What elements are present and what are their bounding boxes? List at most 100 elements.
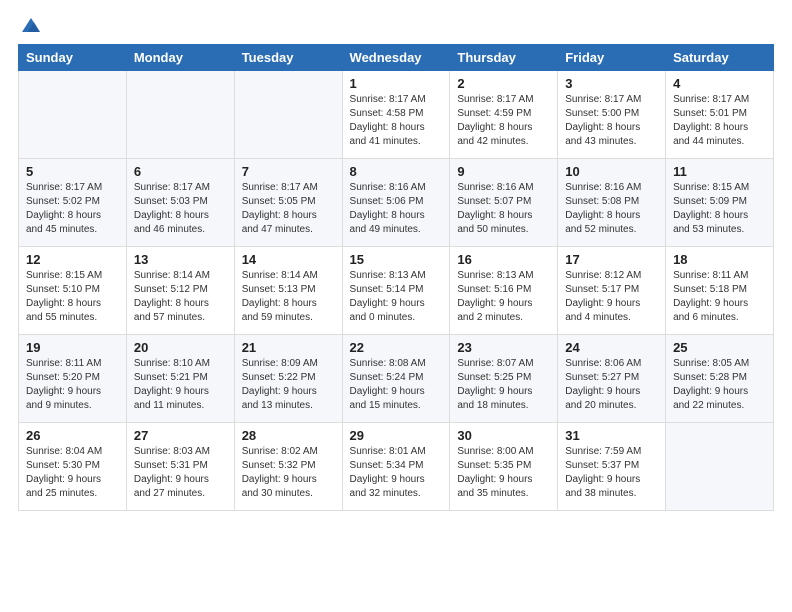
day-info: Sunrise: 8:13 AM Sunset: 5:16 PM Dayligh… bbox=[457, 269, 550, 325]
day-number: 12 bbox=[26, 252, 119, 267]
calendar-cell: 11Sunrise: 8:15 AM Sunset: 5:09 PM Dayli… bbox=[666, 159, 774, 247]
day-info: Sunrise: 8:16 AM Sunset: 5:07 PM Dayligh… bbox=[457, 181, 550, 237]
day-number: 22 bbox=[350, 340, 443, 355]
calendar-cell: 13 Sunrise: 8:14 AM Sunset: 5:12 PM Dayli… bbox=[126, 247, 234, 335]
calendar-cell: 20 Sunrise: 8:10 AM Sunset: 5:21 PM Dayli… bbox=[126, 335, 234, 423]
calendar-cell: 18 Sunrise: 8:11 AM Sunset: 5:18 PM Dayli… bbox=[666, 247, 774, 335]
day-number: 5 bbox=[26, 164, 119, 179]
day-info: Sunrise: 8:17 AM Sunset: 5:01 PM Dayligh… bbox=[673, 93, 766, 149]
day-number: 30 bbox=[457, 428, 550, 443]
calendar-cell: 9 Sunrise: 8:16 AM Sunset: 5:07 PM Daylig… bbox=[450, 159, 558, 247]
calendar-table: SundayMondayTuesdayWednesdayThursdayFrid… bbox=[18, 44, 774, 511]
day-info: Sunrise: 8:17 AM Sunset: 4:59 PM Dayligh… bbox=[457, 93, 550, 149]
day-info: Sunrise: 8:17 AM Sunset: 5:00 PM Dayligh… bbox=[565, 93, 658, 149]
day-info: Sunrise: 8:09 AM Sunset: 5:22 PM Dayligh… bbox=[242, 357, 335, 413]
calendar-cell: 17 Sunrise: 8:12 AM Sunset: 5:17 PM Dayli… bbox=[558, 247, 666, 335]
day-info: Sunrise: 8:00 AM Sunset: 5:35 PM Dayligh… bbox=[457, 445, 550, 501]
day-info: Sunrise: 8:17 AM Sunset: 5:03 PM Dayligh… bbox=[134, 181, 227, 237]
calendar-cell: 25Sunrise: 8:05 AM Sunset: 5:28 PM Dayli… bbox=[666, 335, 774, 423]
calendar-cell: 14Sunrise: 8:14 AM Sunset: 5:13 PM Dayli… bbox=[234, 247, 342, 335]
day-number: 27 bbox=[134, 428, 227, 443]
day-number: 26 bbox=[26, 428, 119, 443]
calendar-cell: 5 Sunrise: 8:17 AM Sunset: 5:02 PM Daylig… bbox=[19, 159, 127, 247]
calendar-cell: 4 Sunrise: 8:17 AM Sunset: 5:01 PM Daylig… bbox=[666, 71, 774, 159]
week-row-5: 26Sunrise: 8:04 AM Sunset: 5:30 PM Dayli… bbox=[19, 423, 774, 511]
day-info: Sunrise: 8:11 AM Sunset: 5:18 PM Dayligh… bbox=[673, 269, 766, 325]
day-number: 1 bbox=[350, 76, 443, 91]
weekday-header-saturday: Saturday bbox=[666, 45, 774, 71]
weekday-header-sunday: Sunday bbox=[19, 45, 127, 71]
day-info: Sunrise: 8:12 AM Sunset: 5:17 PM Dayligh… bbox=[565, 269, 658, 325]
day-number: 2 bbox=[457, 76, 550, 91]
calendar-cell: 10 Sunrise: 8:16 AM Sunset: 5:08 PM Dayli… bbox=[558, 159, 666, 247]
day-info: Sunrise: 8:02 AM Sunset: 5:32 PM Dayligh… bbox=[242, 445, 335, 501]
calendar-cell: 19Sunrise: 8:11 AM Sunset: 5:20 PM Dayli… bbox=[19, 335, 127, 423]
calendar-cell: 2 Sunrise: 8:17 AM Sunset: 4:59 PM Daylig… bbox=[450, 71, 558, 159]
day-info: Sunrise: 8:17 AM Sunset: 4:58 PM Dayligh… bbox=[350, 93, 443, 149]
calendar-cell bbox=[126, 71, 234, 159]
week-row-3: 12Sunrise: 8:15 AM Sunset: 5:10 PM Dayli… bbox=[19, 247, 774, 335]
weekday-header-friday: Friday bbox=[558, 45, 666, 71]
logo-icon bbox=[20, 16, 42, 34]
calendar-cell: 6 Sunrise: 8:17 AM Sunset: 5:03 PM Daylig… bbox=[126, 159, 234, 247]
day-info: Sunrise: 8:07 AM Sunset: 5:25 PM Dayligh… bbox=[457, 357, 550, 413]
calendar-cell: 21 Sunrise: 8:09 AM Sunset: 5:22 PM Dayli… bbox=[234, 335, 342, 423]
day-info: Sunrise: 8:10 AM Sunset: 5:21 PM Dayligh… bbox=[134, 357, 227, 413]
calendar-cell: 22 Sunrise: 8:08 AM Sunset: 5:24 PM Dayli… bbox=[342, 335, 450, 423]
day-info: Sunrise: 8:03 AM Sunset: 5:31 PM Dayligh… bbox=[134, 445, 227, 501]
calendar-cell: 24Sunrise: 8:06 AM Sunset: 5:27 PM Dayli… bbox=[558, 335, 666, 423]
day-number: 23 bbox=[457, 340, 550, 355]
calendar-cell: 7Sunrise: 8:17 AM Sunset: 5:05 PM Daylig… bbox=[234, 159, 342, 247]
day-info: Sunrise: 8:08 AM Sunset: 5:24 PM Dayligh… bbox=[350, 357, 443, 413]
calendar-cell: 15 Sunrise: 8:13 AM Sunset: 5:14 PM Dayli… bbox=[342, 247, 450, 335]
calendar-cell: 12Sunrise: 8:15 AM Sunset: 5:10 PM Dayli… bbox=[19, 247, 127, 335]
day-number: 20 bbox=[134, 340, 227, 355]
week-row-1: 1 Sunrise: 8:17 AM Sunset: 4:58 PM Daylig… bbox=[19, 71, 774, 159]
day-info: Sunrise: 8:17 AM Sunset: 5:02 PM Dayligh… bbox=[26, 181, 119, 237]
day-info: Sunrise: 8:14 AM Sunset: 5:13 PM Dayligh… bbox=[242, 269, 335, 325]
day-number: 6 bbox=[134, 164, 227, 179]
day-number: 18 bbox=[673, 252, 766, 267]
day-info: Sunrise: 8:01 AM Sunset: 5:34 PM Dayligh… bbox=[350, 445, 443, 501]
day-number: 8 bbox=[350, 164, 443, 179]
day-number: 17 bbox=[565, 252, 658, 267]
day-number: 9 bbox=[457, 164, 550, 179]
day-info: Sunrise: 8:13 AM Sunset: 5:14 PM Dayligh… bbox=[350, 269, 443, 325]
calendar-cell: 30 Sunrise: 8:00 AM Sunset: 5:35 PM Dayli… bbox=[450, 423, 558, 511]
day-info: Sunrise: 8:16 AM Sunset: 5:08 PM Dayligh… bbox=[565, 181, 658, 237]
day-number: 29 bbox=[350, 428, 443, 443]
calendar-cell: 28 Sunrise: 8:02 AM Sunset: 5:32 PM Dayli… bbox=[234, 423, 342, 511]
day-info: Sunrise: 8:05 AM Sunset: 5:28 PM Dayligh… bbox=[673, 357, 766, 413]
day-number: 10 bbox=[565, 164, 658, 179]
calendar-cell bbox=[19, 71, 127, 159]
day-number: 13 bbox=[134, 252, 227, 267]
day-number: 4 bbox=[673, 76, 766, 91]
calendar-cell: 1 Sunrise: 8:17 AM Sunset: 4:58 PM Daylig… bbox=[342, 71, 450, 159]
day-info: Sunrise: 8:16 AM Sunset: 5:06 PM Dayligh… bbox=[350, 181, 443, 237]
calendar-cell: 27 Sunrise: 8:03 AM Sunset: 5:31 PM Dayli… bbox=[126, 423, 234, 511]
day-number: 3 bbox=[565, 76, 658, 91]
weekday-header-thursday: Thursday bbox=[450, 45, 558, 71]
day-number: 11 bbox=[673, 164, 766, 179]
calendar-cell bbox=[234, 71, 342, 159]
day-number: 31 bbox=[565, 428, 658, 443]
day-info: Sunrise: 8:14 AM Sunset: 5:12 PM Dayligh… bbox=[134, 269, 227, 325]
weekday-header-wednesday: Wednesday bbox=[342, 45, 450, 71]
calendar-cell: 29 Sunrise: 8:01 AM Sunset: 5:34 PM Dayli… bbox=[342, 423, 450, 511]
day-number: 16 bbox=[457, 252, 550, 267]
weekday-header-monday: Monday bbox=[126, 45, 234, 71]
calendar-cell: 31Sunrise: 7:59 AM Sunset: 5:37 PM Dayli… bbox=[558, 423, 666, 511]
calendar-cell: 3 Sunrise: 8:17 AM Sunset: 5:00 PM Daylig… bbox=[558, 71, 666, 159]
weekday-header-tuesday: Tuesday bbox=[234, 45, 342, 71]
calendar-cell: 16 Sunrise: 8:13 AM Sunset: 5:16 PM Dayli… bbox=[450, 247, 558, 335]
week-row-2: 5 Sunrise: 8:17 AM Sunset: 5:02 PM Daylig… bbox=[19, 159, 774, 247]
page: SundayMondayTuesdayWednesdayThursdayFrid… bbox=[0, 0, 792, 612]
calendar-cell: 26Sunrise: 8:04 AM Sunset: 5:30 PM Dayli… bbox=[19, 423, 127, 511]
week-row-4: 19Sunrise: 8:11 AM Sunset: 5:20 PM Dayli… bbox=[19, 335, 774, 423]
day-info: Sunrise: 8:06 AM Sunset: 5:27 PM Dayligh… bbox=[565, 357, 658, 413]
calendar-cell bbox=[666, 423, 774, 511]
day-number: 21 bbox=[242, 340, 335, 355]
day-number: 28 bbox=[242, 428, 335, 443]
day-number: 15 bbox=[350, 252, 443, 267]
day-info: Sunrise: 8:11 AM Sunset: 5:20 PM Dayligh… bbox=[26, 357, 119, 413]
